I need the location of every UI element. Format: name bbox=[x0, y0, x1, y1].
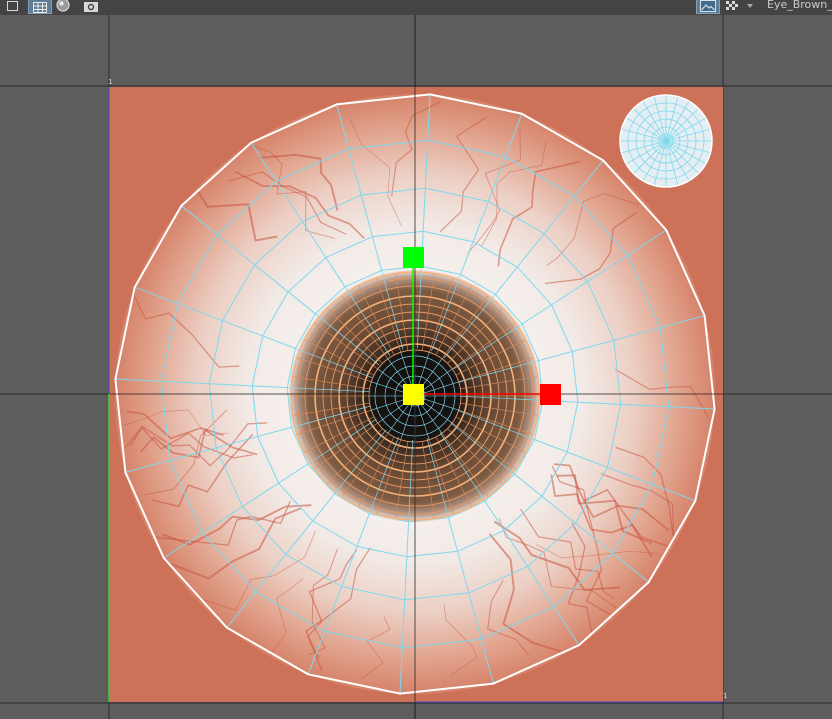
uv-corner-tick-right: 1 bbox=[723, 692, 727, 700]
image-icon bbox=[700, 0, 716, 12]
checker-icon bbox=[726, 0, 738, 10]
manip-center-handle[interactable] bbox=[403, 384, 424, 405]
manip-y-handle[interactable] bbox=[403, 247, 424, 268]
snapshot-button[interactable] bbox=[80, 0, 102, 13]
shaded-toggle-button[interactable] bbox=[54, 0, 72, 13]
grid-toggle-button[interactable] bbox=[28, 0, 52, 14]
texture-name-label: Eye_Brown_ bbox=[767, 0, 832, 11]
texture-dropdown-button[interactable] bbox=[744, 0, 756, 13]
display-toggle-button[interactable] bbox=[4, 0, 20, 13]
image-display-button[interactable] bbox=[696, 0, 720, 14]
manip-x-handle[interactable] bbox=[540, 384, 561, 405]
sphere-icon bbox=[56, 0, 70, 12]
checker-toggle-button[interactable] bbox=[724, 0, 740, 13]
uv-corner-tick: 1 bbox=[108, 78, 112, 86]
camera-icon bbox=[84, 1, 98, 12]
chevron-down-icon bbox=[747, 3, 753, 8]
uv-viewport[interactable]: 1 1 bbox=[0, 15, 832, 719]
grid-icon bbox=[33, 1, 47, 13]
uv-canvas[interactable]: 1 1 bbox=[0, 15, 832, 719]
uv-editor-toolbar: Eye_Brown_ bbox=[0, 0, 832, 15]
square-frame-icon bbox=[6, 1, 18, 11]
